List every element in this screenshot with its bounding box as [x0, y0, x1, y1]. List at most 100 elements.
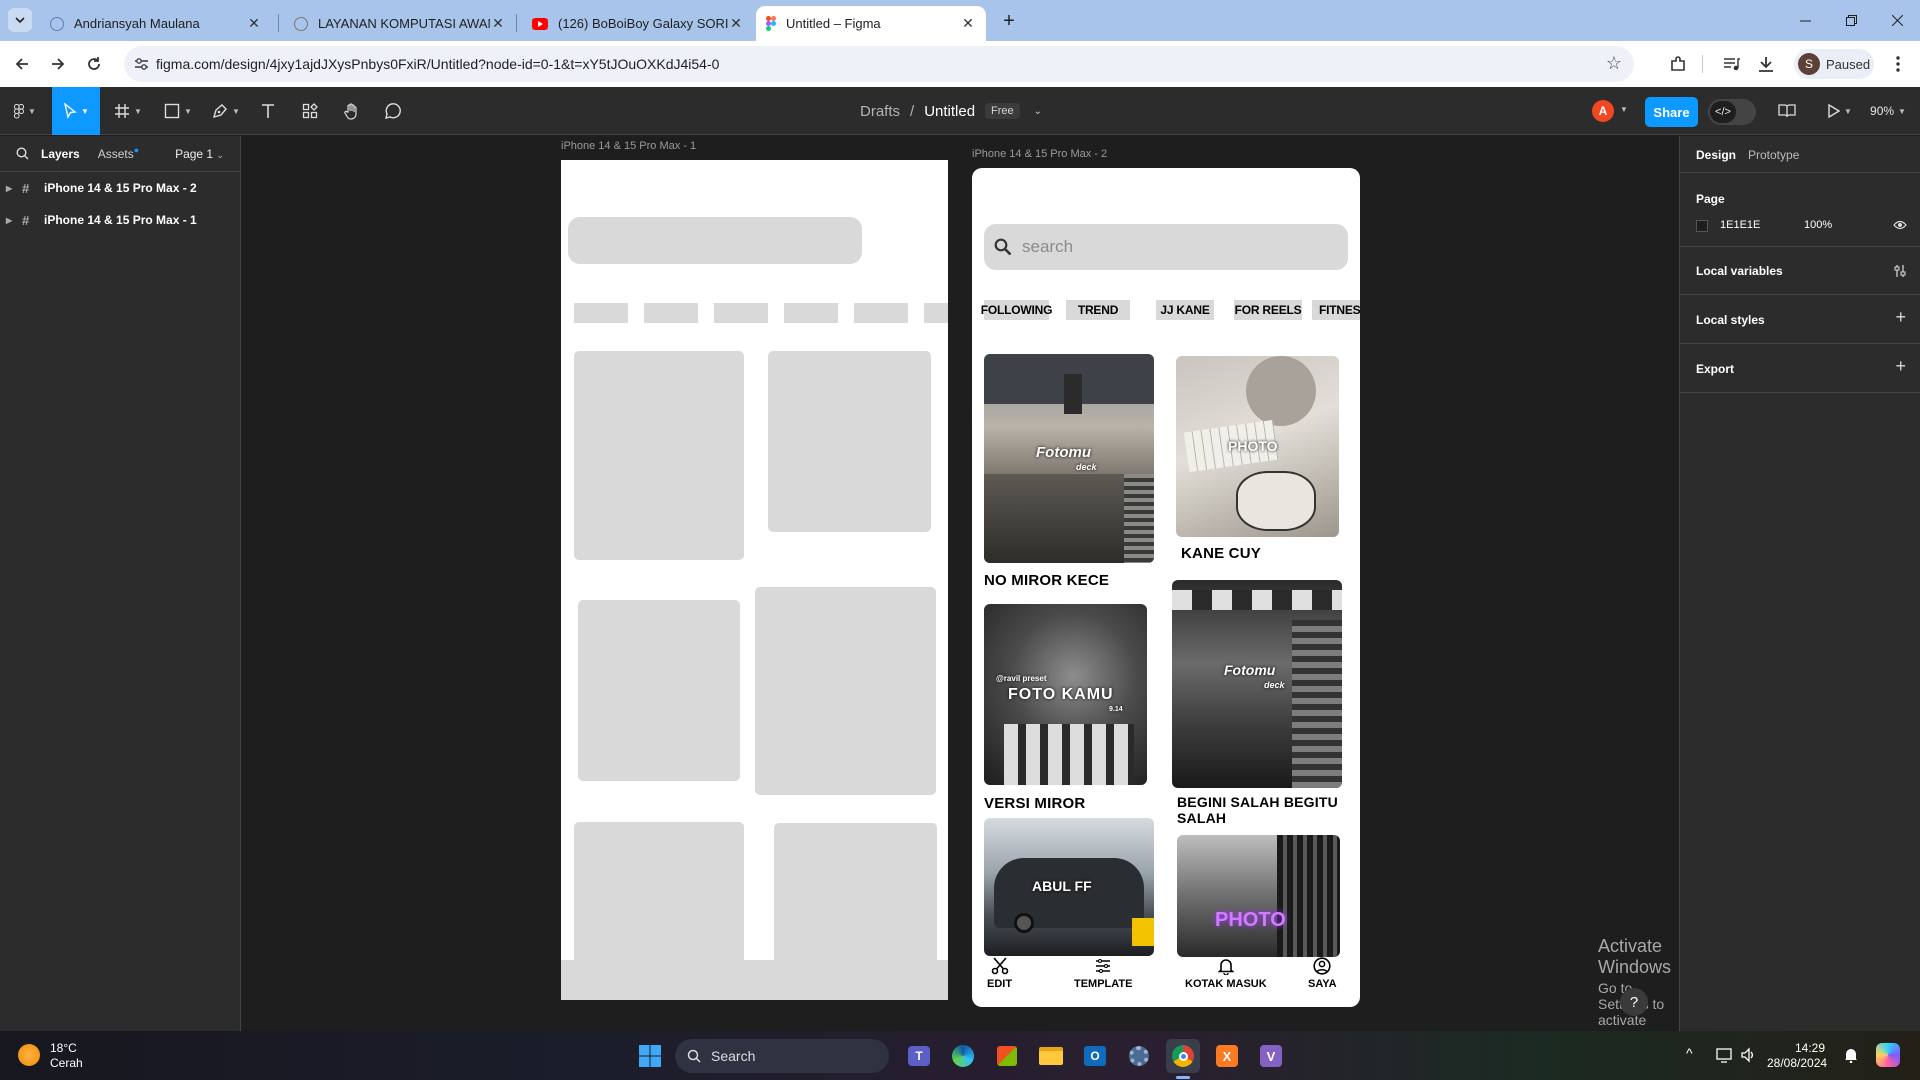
- template-thumbnail[interactable]: ABUL FF: [984, 818, 1154, 956]
- wire-card[interactable]: [578, 600, 740, 781]
- close-icon[interactable]: ✕: [728, 15, 744, 32]
- weather-widget[interactable]: 18°C Cerah: [50, 1041, 83, 1071]
- template-caption[interactable]: KANE CUY: [1181, 545, 1261, 562]
- frame-label[interactable]: iPhone 14 & 15 Pro Max - 1: [561, 140, 696, 152]
- tab-search-dropdown[interactable]: [8, 8, 32, 32]
- nav-profile[interactable]: SAYA: [1308, 957, 1337, 990]
- browser-tab[interactable]: Andriansyah Maulana ✕: [40, 6, 272, 41]
- volume-icon[interactable]: [1740, 1047, 1756, 1063]
- tab-assets[interactable]: Assets: [98, 147, 134, 161]
- resources-tool[interactable]: [294, 87, 326, 135]
- page-color-value[interactable]: 1E1E1E: [1720, 219, 1760, 231]
- add-icon[interactable]: +: [1895, 356, 1906, 377]
- copilot-icon[interactable]: [1876, 1043, 1900, 1067]
- store-app[interactable]: [990, 1039, 1024, 1073]
- template-thumbnail[interactable]: Fotomu deck: [984, 354, 1154, 563]
- wire-card[interactable]: [755, 587, 936, 795]
- add-icon[interactable]: +: [1895, 307, 1906, 328]
- close-icon[interactable]: ✕: [490, 15, 506, 32]
- comment-tool[interactable]: [376, 87, 408, 135]
- nav-template[interactable]: TEMPLATE: [1074, 957, 1132, 990]
- clock[interactable]: 14:29 28/08/2024: [1767, 1041, 1827, 1071]
- help-button[interactable]: ?: [1620, 988, 1648, 1016]
- wire-chip[interactable]: [854, 303, 908, 323]
- layer-item[interactable]: ▶ # iPhone 14 & 15 Pro Max - 1: [0, 204, 240, 236]
- bookmark-star-icon[interactable]: ☆: [1606, 53, 1622, 74]
- wire-card[interactable]: [574, 822, 744, 972]
- page-selector[interactable]: Page 1 ⌄: [175, 147, 224, 161]
- template-thumbnail[interactable]: Fotomu deck: [1172, 580, 1342, 788]
- wire-chip[interactable]: [784, 303, 838, 323]
- zoom-menu[interactable]: 90% ▼: [1864, 87, 1912, 135]
- media-controls-button[interactable]: [1718, 50, 1746, 78]
- library-button[interactable]: [1772, 87, 1802, 135]
- profile-button[interactable]: S Paused: [1794, 49, 1874, 79]
- browser-menu-button[interactable]: [1884, 50, 1912, 78]
- chevron-down-icon[interactable]: ▼: [1620, 105, 1628, 114]
- wire-card[interactable]: [768, 351, 931, 532]
- downloads-button[interactable]: [1752, 50, 1780, 78]
- reload-button[interactable]: [80, 50, 108, 78]
- chip-for-reels[interactable]: FOR REELS: [1234, 300, 1302, 320]
- notification-bell-icon[interactable]: [1844, 1047, 1858, 1063]
- search-icon[interactable]: [16, 147, 29, 160]
- wire-chip[interactable]: [574, 303, 628, 323]
- back-button[interactable]: [8, 50, 36, 78]
- template-caption[interactable]: BEGINI SALAH BEGITU SALAH: [1177, 794, 1349, 826]
- new-tab-button[interactable]: +: [996, 8, 1022, 34]
- tab-design[interactable]: Design: [1696, 148, 1736, 162]
- chevron-down-icon[interactable]: ⌄: [1034, 106, 1042, 117]
- wire-card[interactable]: [774, 823, 937, 973]
- frame-label[interactable]: iPhone 14 & 15 Pro Max - 2: [972, 148, 1107, 160]
- forward-button[interactable]: [44, 50, 72, 78]
- text-tool[interactable]: [252, 87, 284, 135]
- section-local-variables[interactable]: Local variables: [1696, 264, 1783, 278]
- tab-prototype[interactable]: Prototype: [1748, 148, 1799, 162]
- frame-mockup[interactable]: search FOLLOWING TREND JJ KANE FOR REELS…: [972, 168, 1360, 1007]
- present-button[interactable]: ▼: [1822, 87, 1858, 135]
- template-caption[interactable]: NO MIROR KECE: [984, 572, 1109, 589]
- tab-layers[interactable]: Layers: [41, 147, 80, 161]
- browser-tab[interactable]: LAYANAN KOMPUTASI AWAN (I ✕: [284, 6, 516, 41]
- wire-search-placeholder[interactable]: [568, 217, 862, 264]
- restore-button[interactable]: [1828, 0, 1874, 40]
- hand-tool[interactable]: [336, 87, 368, 135]
- settings-app[interactable]: [1122, 1039, 1156, 1073]
- nav-edit[interactable]: EDIT: [987, 957, 1012, 990]
- chrome-app[interactable]: [1166, 1039, 1200, 1073]
- wire-chip[interactable]: [644, 303, 698, 323]
- browser-tab-active[interactable]: Untitled – Figma ✕: [756, 6, 986, 41]
- section-local-styles[interactable]: Local styles: [1696, 313, 1765, 327]
- layer-item[interactable]: ▶ # iPhone 14 & 15 Pro Max - 2: [0, 172, 240, 204]
- color-swatch[interactable]: [1696, 220, 1708, 232]
- chip-following[interactable]: FOLLOWING: [981, 300, 1052, 320]
- main-menu-button[interactable]: ▼: [8, 87, 42, 135]
- network-icon[interactable]: [1716, 1047, 1732, 1063]
- wire-chip[interactable]: [924, 303, 948, 323]
- wire-bottom-nav[interactable]: [561, 960, 948, 1000]
- chip-jj-kane[interactable]: JJ KANE: [1156, 300, 1214, 320]
- outlook-app[interactable]: O: [1078, 1039, 1112, 1073]
- wire-chip[interactable]: [714, 303, 768, 323]
- template-thumbnail[interactable]: PHOTO: [1177, 835, 1340, 957]
- page-opacity-value[interactable]: 100%: [1804, 219, 1832, 231]
- xampp-app[interactable]: X: [1210, 1039, 1244, 1073]
- eye-icon[interactable]: [1893, 220, 1907, 230]
- share-button[interactable]: Share: [1645, 97, 1698, 127]
- variables-settings-icon[interactable]: [1893, 264, 1907, 278]
- file-explorer-app[interactable]: [1034, 1039, 1068, 1073]
- search-input[interactable]: search: [984, 224, 1348, 270]
- close-icon[interactable]: ✕: [960, 15, 976, 32]
- pen-tool[interactable]: ▼: [206, 87, 246, 135]
- move-tool[interactable]: ▼: [52, 87, 100, 135]
- template-caption[interactable]: VERSI MIROR: [984, 795, 1085, 812]
- teams-app[interactable]: T: [902, 1039, 936, 1073]
- chevron-up-icon[interactable]: ^: [1686, 1045, 1693, 1061]
- site-settings-icon[interactable]: [134, 57, 149, 71]
- edge-app[interactable]: [946, 1039, 980, 1073]
- nav-inbox[interactable]: KOTAK MASUK: [1185, 957, 1267, 990]
- file-name[interactable]: Untitled: [924, 103, 975, 120]
- template-thumbnail[interactable]: PHOTO: [1176, 356, 1339, 537]
- frame-wireframe[interactable]: [561, 160, 948, 1000]
- chip-fitnes[interactable]: FITNES: [1312, 300, 1360, 320]
